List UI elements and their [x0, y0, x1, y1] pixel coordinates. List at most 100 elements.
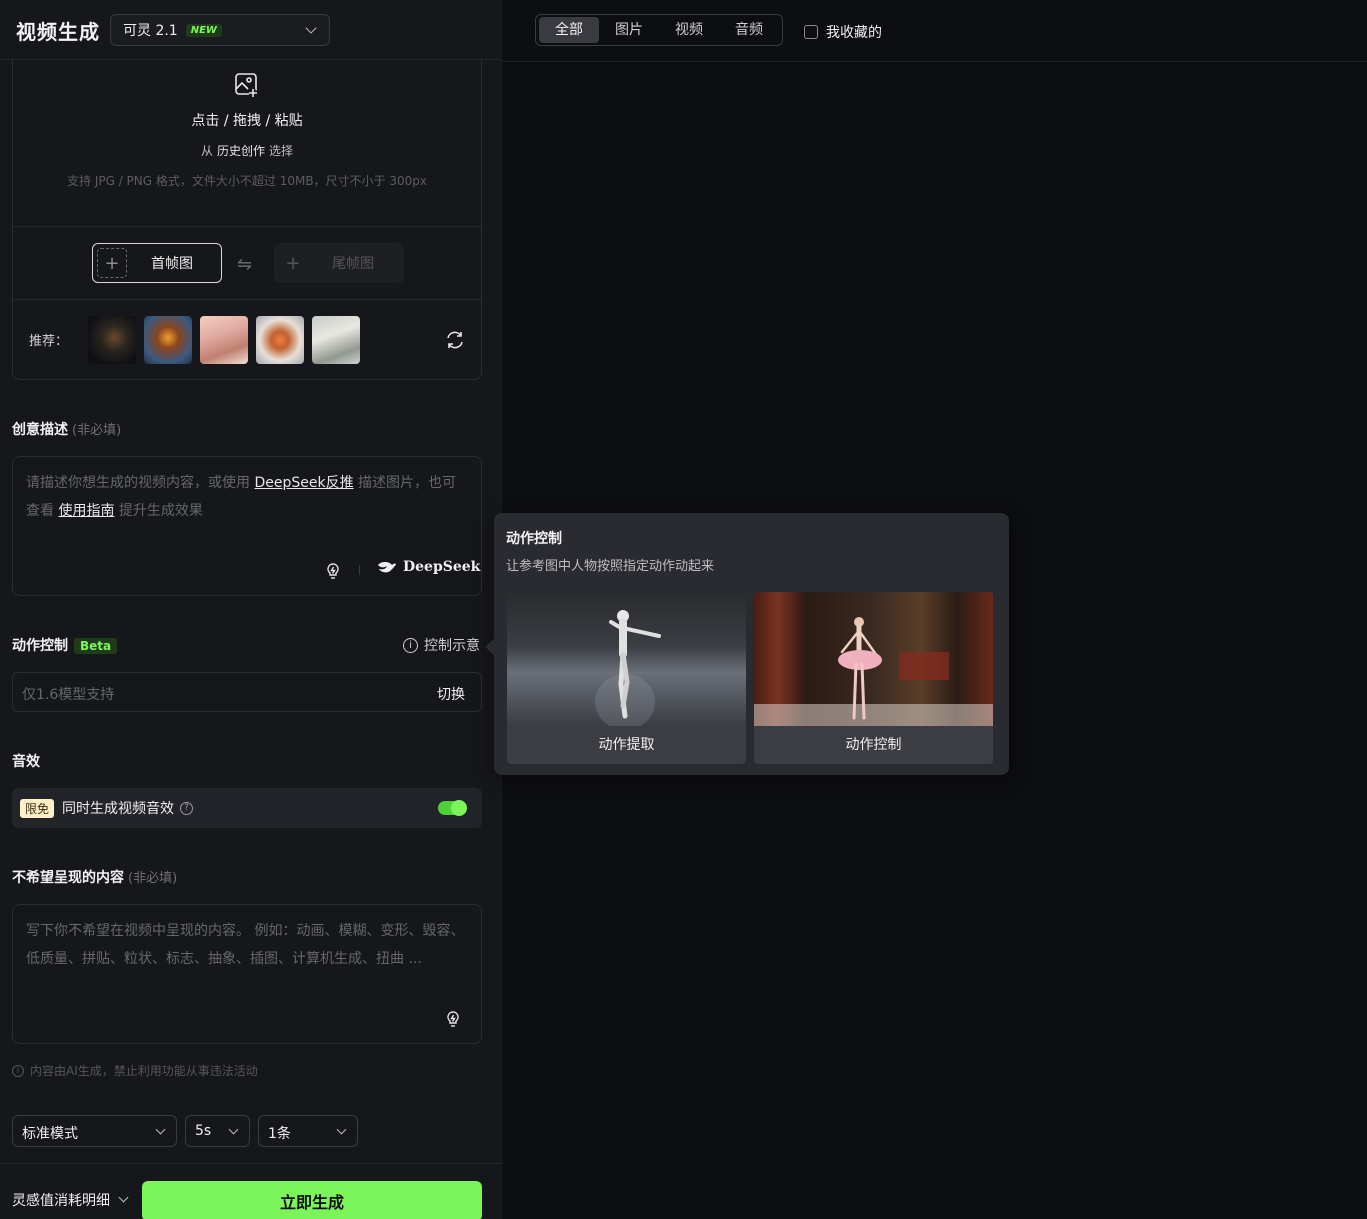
motion-title: 动作控制 [12, 638, 68, 654]
count-value: 1条 [268, 1126, 291, 1142]
motion-placeholder: 仅1.6模型支持 [22, 687, 115, 703]
switch-button[interactable]: 切换 [437, 684, 465, 704]
deepseek-button[interactable]: DeepSeek [377, 559, 480, 575]
left-panel: 视频生成 可灵 2.1 NEW 点击 / 拖拽 / 粘贴 从历史创作 选择 支持 … [0, 0, 502, 1219]
generate-button[interactable]: 立即生成 [142, 1181, 482, 1219]
motion-model-field[interactable]: 仅1.6模型支持 切换 [12, 672, 482, 712]
ballerina-figure [754, 617, 993, 726]
lightbulb-icon[interactable] [324, 562, 342, 580]
sound-effect-label: 同时生成视频音效 [62, 801, 175, 817]
guide-link[interactable]: 使用指南 [58, 503, 114, 519]
content-header: 全部 图片 视频 音频 我收藏的 [503, 0, 1367, 62]
divider [13, 226, 481, 227]
checkbox-icon [804, 25, 818, 39]
divider [13, 299, 481, 300]
chevron-down-icon [118, 1192, 129, 1203]
recommend-label: 推荐： [29, 334, 69, 349]
motion-control-card[interactable]: 动作控制 [754, 592, 993, 764]
footer-bar: 灵感值消耗明细 立即生成 [0, 1163, 502, 1219]
tab-all[interactable]: 全部 [539, 17, 599, 43]
negative-prompt-textarea[interactable]: 写下你不希望在视频中呈现的内容。 例如：动画、模糊、变形、毁容、低质量、拼贴、粒… [12, 904, 482, 1044]
first-frame-label: 首帧图 [151, 256, 193, 272]
deepseek-reverse-link[interactable]: DeepSeek反推 [254, 475, 353, 491]
mannequin-figure [595, 610, 661, 730]
new-badge: NEW [185, 23, 222, 37]
negative-placeholder: 写下你不希望在视频中呈现的内容。 例如：动画、模糊、变形、毁容、低质量、拼贴、粒… [26, 923, 465, 967]
model-name: 可灵 2.1 [123, 23, 178, 39]
placeholder-text: 提升生成效果 [118, 503, 203, 519]
swap-icon[interactable]: ⇋ [237, 254, 252, 275]
control-demo-button[interactable]: i 控制示意 [403, 635, 480, 655]
recommend-thumbnail[interactable] [312, 316, 360, 364]
filter-tabs: 全部 图片 视频 音频 [535, 14, 783, 46]
refresh-icon[interactable] [444, 329, 466, 351]
history-suffix: 选择 [269, 144, 294, 158]
tab-images[interactable]: 图片 [599, 17, 659, 43]
negative-title: 不希望呈现的内容 [12, 870, 124, 886]
prompt-textarea[interactable]: 请描述你想生成的视频内容，或使用 DeepSeek反推 描述图片，也可查看 使用… [12, 456, 482, 596]
history-select-line: 从历史创作 选择 [13, 142, 481, 159]
count-select[interactable]: 1条 [258, 1115, 358, 1147]
negative-section-title: 不希望呈现的内容 (非必填) [12, 867, 177, 887]
upload-hint: 支持 JPG / PNG 格式，文件大小不超过 10MB，尺寸不小于 300px [67, 174, 427, 188]
beta-badge: Beta [74, 638, 118, 654]
favorites-label: 我收藏的 [826, 25, 882, 41]
sound-section-title: 音效 [12, 754, 40, 770]
divider [359, 565, 360, 575]
recommend-thumbnail[interactable] [200, 316, 248, 364]
sound-effect-toggle[interactable] [438, 800, 467, 816]
first-frame-button[interactable]: + 首帧图 [92, 243, 222, 283]
recommend-thumbnail[interactable] [88, 316, 136, 364]
tab-videos[interactable]: 视频 [659, 17, 719, 43]
tab-audio[interactable]: 音频 [719, 17, 779, 43]
motion-section-title: 动作控制 Beta [12, 635, 118, 655]
page-title: 视频生成 [16, 20, 100, 44]
motion-extract-card[interactable]: 动作提取 [507, 592, 746, 764]
mode-value: 标准模式 [22, 1126, 78, 1142]
disclaimer-text: 内容由AI生成，禁止利用功能从事违法活动 [30, 1064, 258, 1078]
deepseek-label: DeepSeek [403, 559, 481, 575]
recommend-thumbnail[interactable] [144, 316, 192, 364]
upload-instruction: 点击 / 拖拽 / 粘贴 [191, 113, 303, 129]
favorites-checkbox[interactable]: 我收藏的 [804, 22, 882, 42]
history-link[interactable]: 历史创作 [217, 144, 265, 158]
optional-label: (非必填) [72, 423, 122, 438]
plus-icon: + [285, 252, 301, 274]
optional-label: (非必填) [128, 871, 178, 886]
lightbulb-icon[interactable] [444, 1010, 462, 1028]
popover-title: 动作控制 [506, 531, 562, 547]
cost-detail-button[interactable]: 灵感值消耗明细 [12, 1190, 129, 1210]
ai-disclaimer: i 内容由AI生成，禁止利用功能从事违法活动 [12, 1062, 258, 1079]
chevron-down-icon [228, 1124, 239, 1135]
prompt-placeholder: 请描述你想生成的视频内容，或使用 DeepSeek反推 描述图片，也可查看 使用… [26, 469, 466, 525]
control-demo-label: 控制示意 [424, 638, 480, 654]
last-frame-button[interactable]: + 尾帧图 [274, 243, 404, 283]
ballet-image [754, 592, 993, 726]
help-icon[interactable]: ? [180, 801, 194, 815]
info-icon: i [12, 1064, 24, 1077]
recommend-thumbnail[interactable] [256, 316, 304, 364]
popover-description: 让参考图中人物按照指定动作动起来 [506, 559, 715, 574]
plus-icon: + [97, 248, 127, 278]
chevron-down-icon [336, 1124, 347, 1135]
prompt-section-title: 创意描述 (非必填) [12, 419, 121, 439]
image-upload-card[interactable]: 点击 / 拖拽 / 粘贴 从历史创作 选择 支持 JPG / PNG 格式，文件大… [12, 60, 482, 380]
panel-header: 视频生成 可灵 2.1 NEW [0, 0, 502, 60]
last-frame-label: 尾帧图 [332, 256, 374, 272]
history-prefix: 从 [200, 144, 213, 158]
motion-extract-image [507, 592, 746, 730]
chevron-down-icon [155, 1124, 166, 1135]
whale-icon [378, 562, 396, 573]
duration-value: 5s [195, 1123, 212, 1139]
mode-select[interactable]: 标准模式 [12, 1115, 177, 1147]
duration-select[interactable]: 5s [185, 1115, 250, 1147]
toggle-knob [451, 800, 467, 816]
prompt-title: 创意描述 [12, 422, 68, 438]
chevron-down-icon [305, 22, 317, 34]
motion-control-label: 动作控制 [754, 726, 993, 764]
model-select[interactable]: 可灵 2.1 NEW [110, 14, 330, 46]
placeholder-text: 请描述你想生成的视频内容，或使用 [26, 475, 250, 491]
sound-effect-row: 限免 同时生成视频音效 ? [12, 788, 482, 828]
motion-control-popover: 动作控制 让参考图中人物按照指定动作动起来 动作提取 动作控制 [485, 513, 1009, 775]
cost-detail-label: 灵感值消耗明细 [12, 1193, 110, 1209]
